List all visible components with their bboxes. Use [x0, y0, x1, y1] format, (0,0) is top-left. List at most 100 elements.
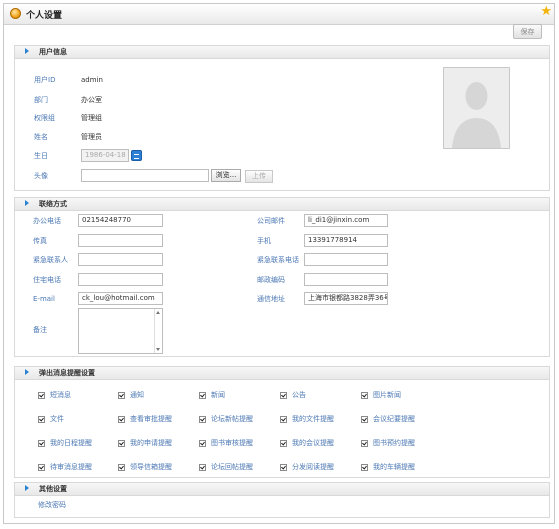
section-title: 其他设置 — [39, 485, 67, 493]
company-email-field[interactable]: li_di1@jinxin.com — [304, 214, 388, 227]
checkbox-label: 新闻 — [211, 391, 225, 399]
checkbox-label: 图书审核提醒 — [211, 439, 253, 447]
name-value: 管理员 — [81, 133, 102, 141]
mobile-label: 手机 — [257, 237, 271, 245]
checkbox[interactable] — [199, 440, 206, 447]
checkbox[interactable] — [118, 464, 125, 471]
star-icon[interactable]: ★ — [540, 5, 552, 18]
birthday-label: 生日 — [34, 152, 48, 160]
checkbox-label: 我的会议提醒 — [292, 439, 334, 447]
checkbox[interactable] — [280, 440, 287, 447]
avatar — [443, 67, 510, 149]
home-phone-label: 住宅电话 — [33, 276, 61, 284]
section-header[interactable]: 其他设置 — [15, 483, 549, 496]
checkbox[interactable] — [118, 392, 125, 399]
checkbox[interactable] — [361, 464, 368, 471]
checkbox[interactable] — [280, 464, 287, 471]
address-label: 通信地址 — [257, 295, 285, 303]
calendar-icon[interactable] — [131, 150, 142, 161]
avatar-label: 头像 — [34, 172, 48, 180]
toolbar: 保存 — [14, 24, 545, 41]
scrollbar[interactable] — [154, 309, 162, 353]
upload-button[interactable]: 上传 — [245, 170, 273, 183]
checkbox-label: 文件 — [50, 415, 64, 423]
avatar-file-input[interactable] — [81, 169, 209, 182]
checkbox-label: 我的日程提醒 — [50, 439, 92, 447]
checkbox-label: 分发阅读提醒 — [292, 463, 334, 471]
checkbox[interactable] — [38, 392, 45, 399]
checkbox[interactable] — [280, 392, 287, 399]
home-phone-field[interactable] — [78, 273, 163, 286]
emergency-phone-field[interactable] — [304, 253, 388, 266]
section-header[interactable]: 联络方式 — [15, 198, 549, 211]
change-password-link[interactable]: 修改密码 — [38, 501, 66, 510]
checkbox[interactable] — [38, 416, 45, 423]
save-button[interactable]: 保存 — [513, 24, 542, 39]
scroll-down-icon[interactable] — [156, 348, 160, 351]
checkbox[interactable] — [361, 392, 368, 399]
settings-icon — [10, 8, 21, 19]
office-phone-field[interactable]: 02154248770 — [78, 214, 163, 227]
triangle-right-icon — [25, 369, 29, 375]
checkbox-label: 待审消息提醒 — [50, 463, 92, 471]
checkbox[interactable] — [361, 440, 368, 447]
name-label: 姓名 — [34, 133, 48, 141]
checkbox-label: 论坛回帖提醒 — [211, 463, 253, 471]
emergency-contact-field[interactable] — [78, 253, 163, 266]
checkbox[interactable] — [199, 392, 206, 399]
section-title: 联络方式 — [39, 200, 67, 208]
checkbox-label: 图片新闻 — [373, 391, 401, 399]
postal-code-field[interactable] — [304, 273, 388, 286]
checkbox[interactable] — [38, 464, 45, 471]
email-label: E-mail — [33, 295, 55, 303]
section-title: 弹出消息提醒设置 — [39, 369, 95, 377]
checkbox[interactable] — [118, 440, 125, 447]
checkbox[interactable] — [361, 416, 368, 423]
checkbox-label: 领导信箱提醒 — [130, 463, 172, 471]
checkbox-label: 通知 — [130, 391, 144, 399]
company-email-label: 公司邮件 — [257, 217, 285, 225]
checkbox-label: 我的车辆提醒 — [373, 463, 415, 471]
section-header[interactable]: 用户信息 — [15, 46, 549, 59]
checkbox-label: 我的文件提醒 — [292, 415, 334, 423]
user-id-value: admin — [81, 76, 103, 84]
fax-field[interactable] — [78, 234, 163, 247]
triangle-right-icon — [25, 200, 29, 206]
notes-textarea[interactable] — [78, 308, 163, 354]
emergency-contact-label: 紧急联系人 — [33, 256, 68, 264]
dept-label: 部门 — [34, 96, 48, 104]
notes-label: 备注 — [33, 326, 47, 334]
email-field[interactable]: ck_lou@hotmail.com — [78, 292, 163, 305]
user-id-label: 用户ID — [34, 76, 56, 84]
other-settings-section: 其他设置 — [14, 482, 550, 518]
office-phone-label: 办公电话 — [33, 217, 61, 225]
triangle-right-icon — [25, 485, 29, 491]
checkbox[interactable] — [199, 464, 206, 471]
triangle-right-icon — [25, 48, 29, 54]
dept-value: 办公室 — [81, 96, 102, 104]
section-title: 用户信息 — [39, 48, 67, 56]
checkbox[interactable] — [199, 416, 206, 423]
browse-button[interactable]: 浏览... — [211, 169, 241, 182]
title-bar: 个人设置 ★ — [4, 4, 554, 25]
section-header[interactable]: 弹出消息提醒设置 — [15, 367, 549, 380]
checkbox-label: 查看审批提醒 — [130, 415, 172, 423]
role-value: 管理组 — [81, 114, 102, 122]
mobile-field[interactable]: 13391778914 — [304, 234, 388, 247]
scroll-up-icon[interactable] — [156, 311, 160, 314]
address-field[interactable]: 上海市银都路3828弄36号202 — [304, 292, 388, 305]
page-title: 个人设置 — [26, 11, 63, 21]
checkbox[interactable] — [280, 416, 287, 423]
birthday-field[interactable]: 1986-04-18 — [81, 149, 129, 162]
checkbox-label: 论坛新帖提醒 — [211, 415, 253, 423]
checkbox-label: 我的申请提醒 — [130, 439, 172, 447]
checkbox-label: 会议纪要提醒 — [373, 415, 415, 423]
checkbox-label: 短消息 — [50, 391, 71, 399]
person-icon — [444, 68, 509, 148]
checkbox[interactable] — [118, 416, 125, 423]
fax-label: 传真 — [33, 237, 47, 245]
postal-code-label: 邮政编码 — [257, 276, 285, 284]
checkbox-label: 公告 — [292, 391, 306, 399]
role-label: 权限组 — [34, 114, 55, 122]
checkbox[interactable] — [38, 440, 45, 447]
